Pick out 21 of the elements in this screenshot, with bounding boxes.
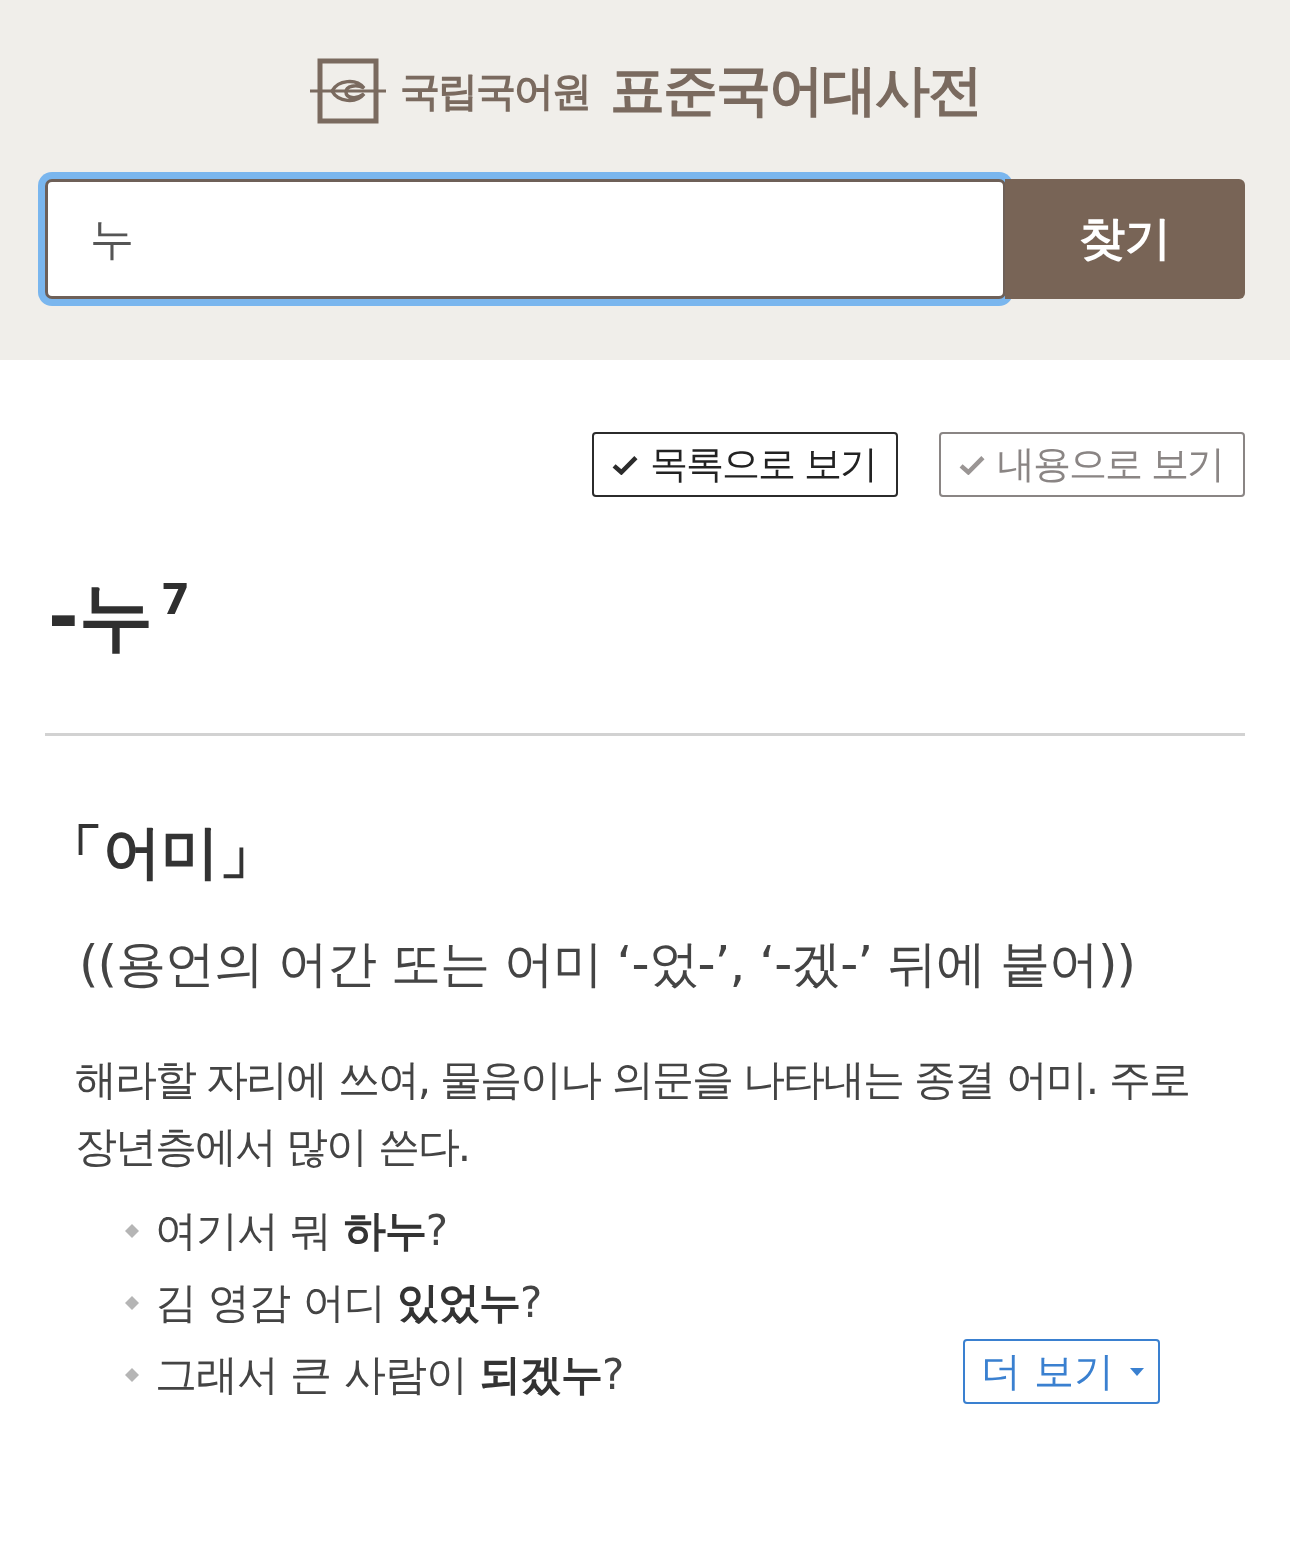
dictionary-title: 표준국어대사전 [609,57,981,124]
org-name: 국립국어원 [399,66,590,116]
check-icon [611,454,638,475]
view-toggle-button[interactable]: 내용으로 보기 [938,432,1245,497]
check-icon [958,454,985,475]
view-toggle-button[interactable]: 목록으로 보기 [591,432,898,497]
diamond-bullet-icon [125,1224,139,1238]
search-button[interactable]: 찾기 [1005,179,1245,299]
emblem-icon [309,58,386,124]
diamond-bullet-icon [125,1296,139,1310]
more-button[interactable]: 더 보기 [963,1339,1160,1404]
example-sentence: 여기서 뭐 하누? [155,1205,447,1257]
caret-down-icon [1130,1367,1144,1376]
diamond-bullet-icon [125,1368,139,1382]
headword: -누$^{7}$ [48,572,191,661]
search-field[interactable]: 누 [38,172,1013,306]
definition-text: 해라할 자리에 쓰여, 물음이나 의문을 나타내는 종결 어미. 주로 장년층에서 많이 쓴다. [75,1054,1190,1173]
example-sentence: 그래서 큰 사람이 되겠누? [155,1349,624,1401]
grammar-note: ((용언의 어간 또는 어미 ‘-었-’, ‘-겠-’ 뒤에 붙어)) [79,934,1136,995]
part-of-speech: 「어미」 [45,817,278,888]
example-sentence: 김 영감 어디 있었누? [155,1277,542,1329]
